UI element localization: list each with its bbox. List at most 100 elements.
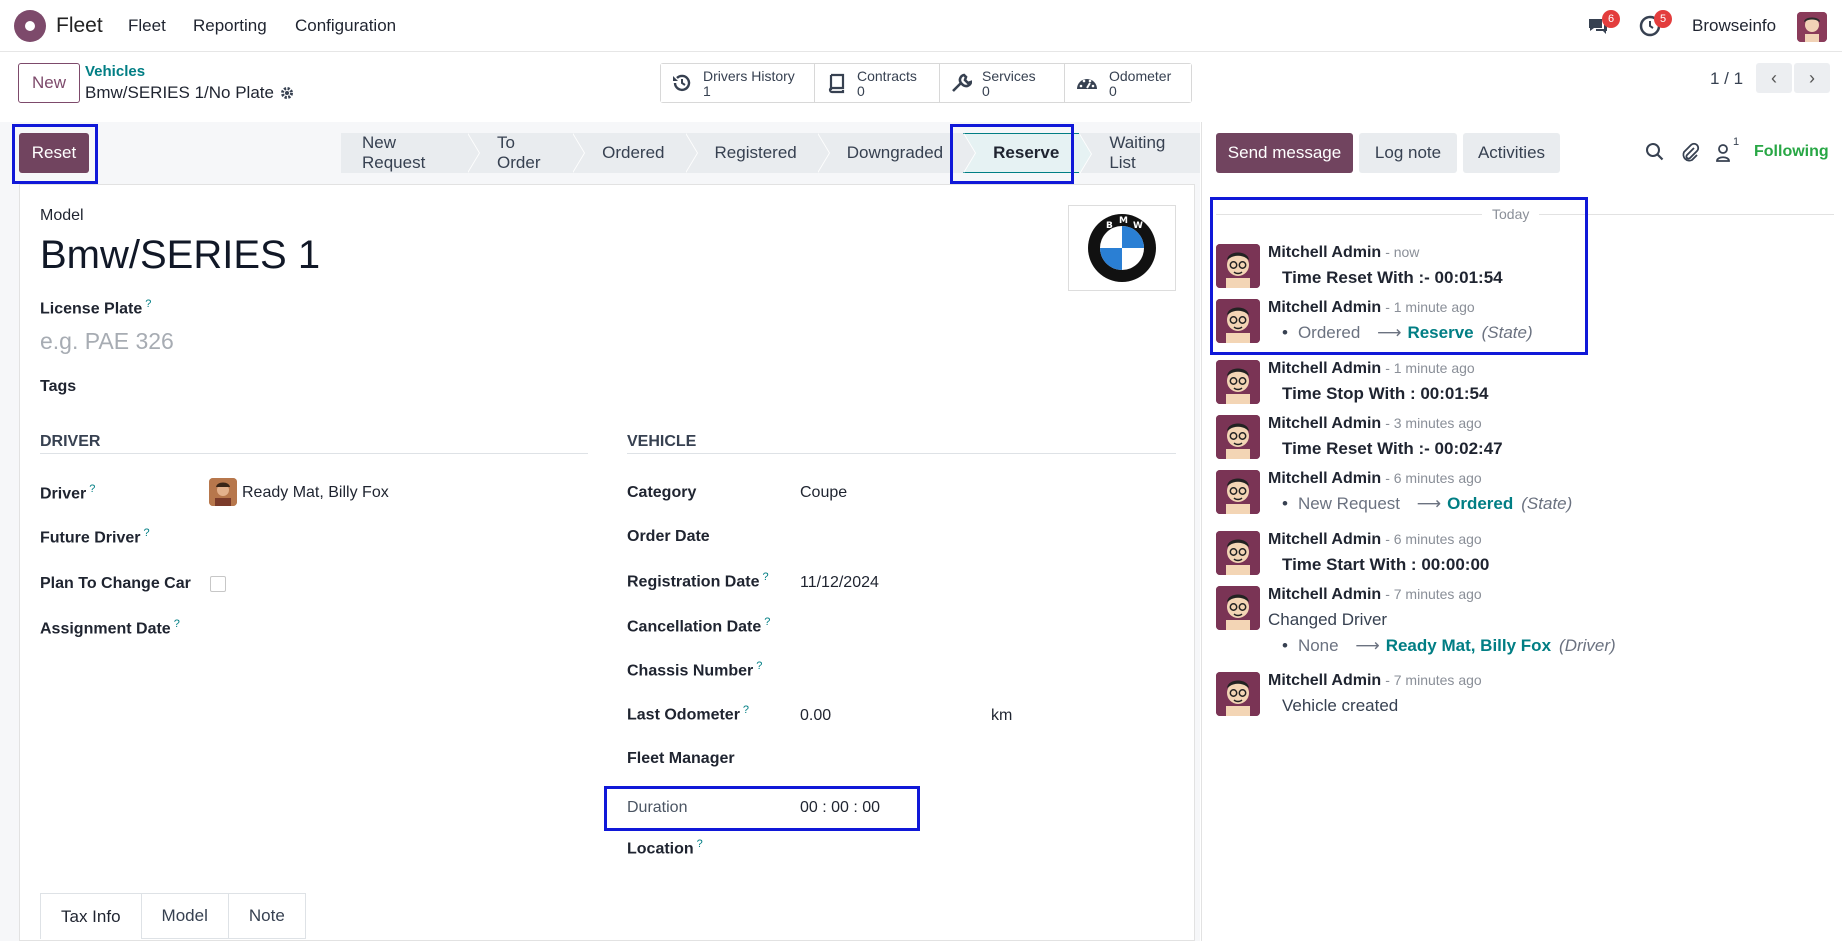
message-author-name[interactable]: Mitchell Admin bbox=[1268, 360, 1381, 377]
tracking-field-name: (Driver) bbox=[1559, 636, 1616, 655]
menu-fleet[interactable]: Fleet bbox=[128, 16, 166, 36]
stage-waiting-list[interactable]: Waiting List bbox=[1079, 133, 1200, 173]
svg-text:B: B bbox=[1106, 221, 1113, 231]
message-author[interactable]: Mitchell Admin - 1 minute ago bbox=[1268, 360, 1475, 378]
messages-badge: 6 bbox=[1602, 10, 1620, 28]
help-icon[interactable]: ? bbox=[145, 298, 151, 310]
message-author[interactable]: Mitchell Admin - 7 minutes ago bbox=[1268, 672, 1482, 690]
tab-model[interactable]: Model bbox=[141, 893, 229, 939]
stage-registered[interactable]: Registered bbox=[684, 133, 830, 173]
vehicle-logo[interactable]: B M W bbox=[1068, 205, 1176, 291]
driver-value[interactable]: Ready Mat, Billy Fox bbox=[242, 484, 389, 502]
help-icon[interactable]: ? bbox=[743, 704, 749, 716]
license-plate-input[interactable]: e.g. PAE 326 bbox=[40, 328, 174, 355]
author-avatar[interactable] bbox=[1216, 470, 1260, 514]
breadcrumb-vehicles[interactable]: Vehicles bbox=[85, 63, 145, 80]
user-avatar[interactable] bbox=[1797, 12, 1827, 42]
search-icon[interactable] bbox=[1645, 142, 1667, 164]
stage-new-request[interactable]: New Request bbox=[341, 133, 481, 173]
help-icon[interactable]: ? bbox=[756, 660, 762, 672]
menu-reporting[interactable]: Reporting bbox=[193, 16, 267, 36]
message-author[interactable]: Mitchell Admin - 6 minutes ago bbox=[1268, 531, 1482, 549]
notebook-tabs: Tax Info Model Note bbox=[40, 893, 306, 939]
model-label: Model bbox=[40, 207, 84, 224]
author-avatar[interactable] bbox=[1216, 415, 1260, 459]
menu-configuration[interactable]: Configuration bbox=[295, 16, 396, 36]
model-title[interactable]: Bmw/SERIES 1 bbox=[40, 233, 320, 278]
activities-clock-icon[interactable]: 5 bbox=[1638, 10, 1672, 38]
pager-previous-button[interactable]: ‹ bbox=[1756, 63, 1792, 93]
message-author[interactable]: Mitchell Admin - 3 minutes ago bbox=[1268, 415, 1482, 433]
help-icon[interactable]: ? bbox=[143, 527, 149, 539]
driver-label: Driver? bbox=[40, 483, 95, 503]
author-avatar[interactable] bbox=[1216, 531, 1260, 575]
stage-to-order[interactable]: To Order bbox=[467, 133, 586, 173]
drivers-history-label: Drivers History bbox=[703, 68, 795, 84]
registration-date-value[interactable]: 11/12/2024 bbox=[800, 574, 879, 592]
user-name[interactable]: Browseinfo bbox=[1692, 16, 1776, 36]
author-avatar[interactable] bbox=[1216, 586, 1260, 630]
stage-ordered-label: Ordered bbox=[602, 143, 665, 162]
wrench-icon bbox=[952, 73, 972, 92]
messages-icon[interactable]: 6 bbox=[1586, 10, 1620, 38]
activities-badge: 5 bbox=[1654, 10, 1672, 28]
stage-new-request-label: New Request bbox=[362, 133, 426, 172]
drivers-history-button[interactable]: Drivers History 1 bbox=[661, 64, 815, 102]
message-author-name[interactable]: Mitchell Admin bbox=[1268, 470, 1381, 487]
gear-icon[interactable] bbox=[280, 86, 294, 100]
pager-value[interactable]: 1 / 1 bbox=[1710, 69, 1743, 89]
message-author-name[interactable]: Mitchell Admin bbox=[1268, 586, 1381, 603]
message-author[interactable]: Mitchell Admin - 7 minutes ago bbox=[1268, 586, 1482, 604]
help-icon[interactable]: ? bbox=[697, 838, 703, 850]
message-item: Mitchell Admin - 6 minutes ago • New Reque… bbox=[1216, 470, 1826, 520]
future-driver-label-text: Future Driver bbox=[40, 529, 141, 547]
registration-date-label: Registration Date? bbox=[627, 571, 769, 591]
app-name[interactable]: Fleet bbox=[56, 14, 103, 38]
bmw-logo-icon: B M W bbox=[1088, 214, 1156, 282]
tab-note[interactable]: Note bbox=[228, 893, 306, 939]
message-author-name[interactable]: Mitchell Admin bbox=[1268, 531, 1381, 548]
message-date: - 1 minute ago bbox=[1385, 360, 1475, 376]
message-author-name[interactable]: Mitchell Admin bbox=[1268, 672, 1381, 689]
services-button[interactable]: Services 0 bbox=[940, 64, 1065, 102]
stage-registered-label: Registered bbox=[714, 143, 797, 162]
author-avatar[interactable] bbox=[1216, 360, 1260, 404]
fleet-manager-label: Fleet Manager bbox=[627, 750, 735, 767]
odometer-unit[interactable]: km bbox=[991, 707, 1012, 725]
assignment-date-label-text: Assignment Date bbox=[40, 620, 171, 638]
help-icon[interactable]: ? bbox=[764, 616, 770, 628]
highlight-duration bbox=[604, 786, 920, 831]
followers-icon[interactable]: 1 bbox=[1715, 136, 1745, 164]
category-label: Category bbox=[627, 484, 697, 501]
order-date-label: Order Date bbox=[627, 528, 710, 545]
help-icon[interactable]: ? bbox=[174, 618, 180, 630]
stage-downgraded[interactable]: Downgraded bbox=[816, 133, 977, 173]
tab-tax-info[interactable]: Tax Info bbox=[40, 893, 142, 939]
last-odometer-label: Last Odometer? bbox=[627, 704, 749, 724]
breadcrumb-current-label: Bmw/SERIES 1/No Plate bbox=[85, 83, 274, 102]
last-odometer-value[interactable]: 0.00 bbox=[800, 707, 831, 725]
message-author-name[interactable]: Mitchell Admin bbox=[1268, 415, 1381, 432]
message-item: Mitchell Admin - 7 minutes ago Vehicle cr… bbox=[1216, 672, 1826, 722]
contracts-button[interactable]: Contracts 0 bbox=[815, 64, 940, 102]
message-body: Time Stop With : 00:01:54 bbox=[1282, 384, 1489, 403]
stage-ordered[interactable]: Ordered bbox=[572, 133, 698, 173]
following-button[interactable]: Following bbox=[1754, 143, 1829, 161]
paperclip-icon[interactable] bbox=[1680, 142, 1702, 164]
log-note-button[interactable]: Log note bbox=[1359, 133, 1457, 173]
message-author[interactable]: Mitchell Admin - 6 minutes ago bbox=[1268, 470, 1482, 488]
odometer-button[interactable]: Odometer 0 bbox=[1065, 64, 1191, 102]
message-date: - 6 minutes ago bbox=[1385, 531, 1482, 547]
activities-button[interactable]: Activities bbox=[1463, 133, 1560, 173]
send-message-button[interactable]: Send message bbox=[1216, 133, 1353, 173]
plan-change-checkbox[interactable] bbox=[210, 576, 226, 592]
author-avatar[interactable] bbox=[1216, 672, 1260, 716]
followers-count: 1 bbox=[1733, 136, 1740, 148]
category-value[interactable]: Coupe bbox=[800, 484, 847, 502]
new-button[interactable]: New bbox=[18, 63, 80, 103]
help-icon[interactable]: ? bbox=[762, 571, 768, 583]
location-label-text: Location bbox=[627, 840, 694, 858]
fleet-app-icon[interactable] bbox=[14, 10, 46, 42]
pager-next-button[interactable]: › bbox=[1794, 63, 1830, 93]
help-icon[interactable]: ? bbox=[89, 483, 95, 495]
